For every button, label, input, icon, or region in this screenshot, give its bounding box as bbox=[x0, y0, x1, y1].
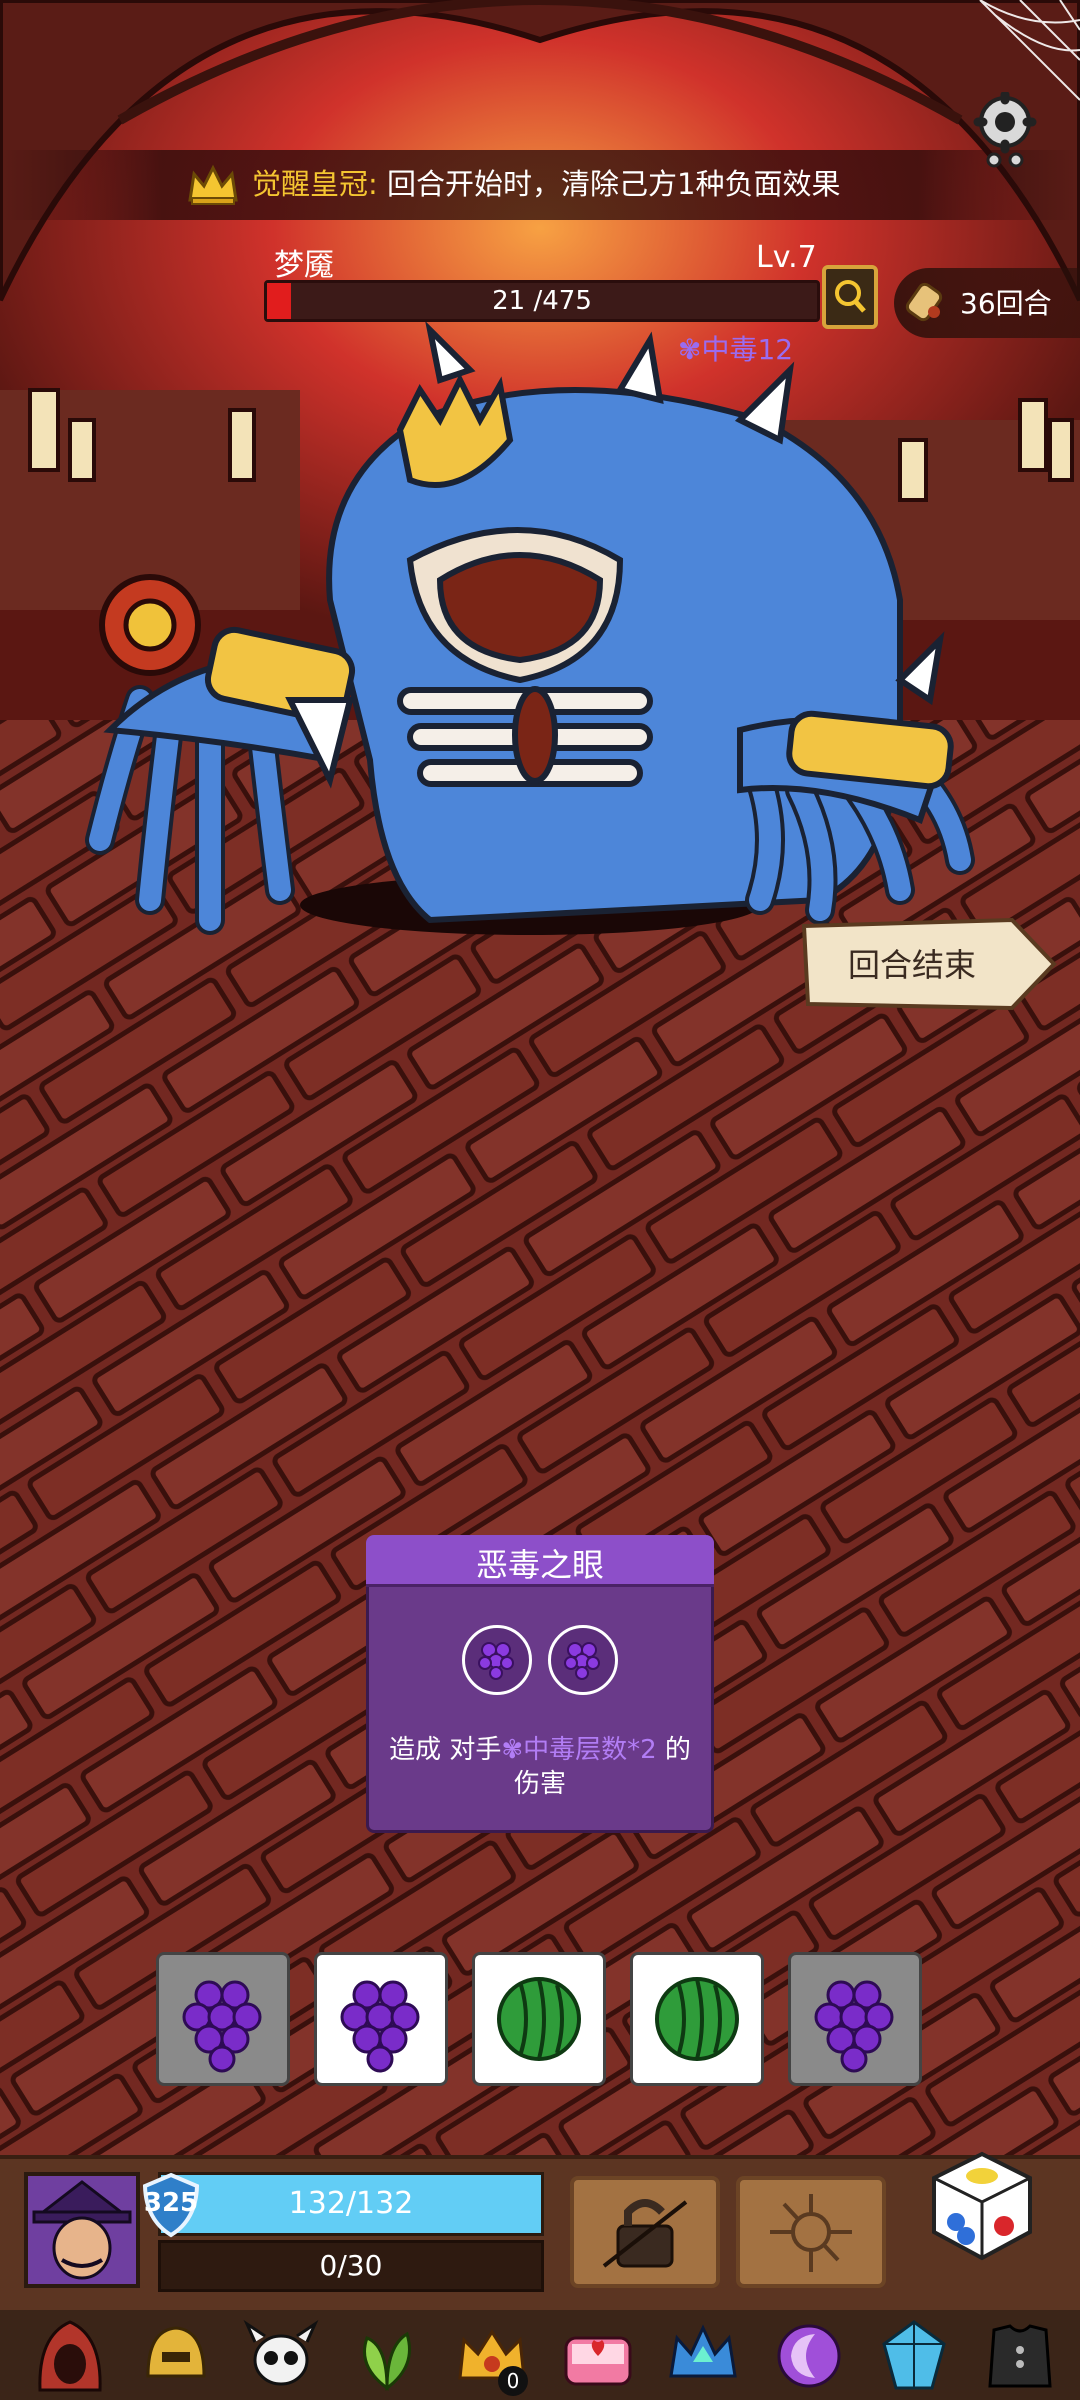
crystal-crown-icon[interactable] bbox=[663, 2316, 743, 2396]
boss-level: Lv.7 bbox=[756, 240, 817, 275]
gold-helmet-icon[interactable] bbox=[136, 2316, 216, 2396]
broken-lock-icon bbox=[602, 2199, 688, 2268]
player-hp-text: 132/132 bbox=[288, 2186, 414, 2221]
desc-suffix: 的 bbox=[656, 1735, 691, 1765]
locked-item-slot[interactable] bbox=[570, 2176, 720, 2288]
player-exp-text: 0/30 bbox=[319, 2249, 383, 2282]
relic-banner-text: 觉醒皇冠: 回合开始时，清除己方1种负面效果 bbox=[252, 164, 840, 204]
leaf-icon[interactable] bbox=[347, 2316, 427, 2396]
dice-slot-1[interactable] bbox=[156, 1952, 290, 2086]
grape-icon bbox=[340, 1980, 420, 2073]
crack-icon bbox=[770, 2194, 852, 2272]
poison-icon: ✾ bbox=[501, 1735, 524, 1765]
skull-horn-icon[interactable] bbox=[241, 2316, 321, 2396]
end-turn-label: 回合结束 bbox=[848, 946, 977, 984]
boss-name: 梦魇 bbox=[274, 248, 334, 283]
grape-icon bbox=[182, 1980, 262, 2073]
relic-name: 觉醒皇冠: bbox=[252, 167, 378, 201]
boss-poison-status: ✾中毒12 bbox=[678, 328, 793, 368]
desc-line2: 伤害 bbox=[513, 1769, 566, 1799]
gear-icon[interactable] bbox=[972, 92, 1038, 170]
skill-card-title: 恶毒之眼 bbox=[475, 1546, 604, 1584]
relic-list bbox=[30, 2316, 1060, 2400]
empty-item-slot[interactable] bbox=[736, 2176, 886, 2288]
watermelon-icon bbox=[655, 1977, 739, 2061]
dice-slot-2[interactable] bbox=[314, 1952, 448, 2086]
lunchbox-icon[interactable] bbox=[558, 2316, 638, 2396]
poison-icon: ✾ bbox=[678, 333, 702, 366]
relic-effect: 回合开始时，清除己方1种负面效果 bbox=[387, 167, 841, 201]
card-dice-slot-grape[interactable] bbox=[462, 1625, 532, 1695]
dice-slot-3[interactable] bbox=[472, 1952, 606, 2086]
player-avatar[interactable] bbox=[24, 2172, 140, 2288]
boss-hp-text: 21 /475 bbox=[492, 286, 592, 316]
skill-card-description: 造成 对手✾中毒层数*2 的 伤害 bbox=[366, 1733, 714, 1801]
relic-count-badge: 0 bbox=[498, 2366, 528, 2396]
dice-slot-4[interactable] bbox=[630, 1952, 764, 2086]
grape-icon bbox=[564, 1642, 600, 1680]
moon-icon[interactable] bbox=[769, 2316, 849, 2396]
desc-prefix: 造成 对手 bbox=[389, 1735, 502, 1765]
boss-poison-text: 中毒12 bbox=[701, 333, 794, 366]
card-dice-slot-grape[interactable] bbox=[548, 1625, 618, 1695]
grape-icon bbox=[478, 1642, 514, 1680]
round-count-text: 36回合 bbox=[960, 287, 1052, 320]
bestiary-book-button[interactable] bbox=[822, 265, 878, 329]
boss-hp-bar: 21 /475 bbox=[264, 280, 820, 322]
scroll-icon bbox=[905, 282, 943, 322]
armor-icon[interactable] bbox=[980, 2316, 1060, 2396]
magnifier-icon bbox=[835, 280, 866, 313]
grape-icon bbox=[814, 1980, 894, 2073]
wizard-portrait bbox=[28, 2176, 136, 2284]
shield-value: 325 bbox=[143, 2188, 199, 2218]
dice-slot-5[interactable] bbox=[788, 1952, 922, 2086]
blue-gem-icon[interactable] bbox=[874, 2316, 954, 2396]
roll-dice-button[interactable] bbox=[916, 2140, 1046, 2270]
red-hood-icon[interactable] bbox=[30, 2316, 110, 2396]
crown-icon bbox=[188, 164, 238, 205]
desc-poison: 中毒层数*2 bbox=[523, 1735, 657, 1765]
watermelon-icon bbox=[497, 1977, 581, 2061]
